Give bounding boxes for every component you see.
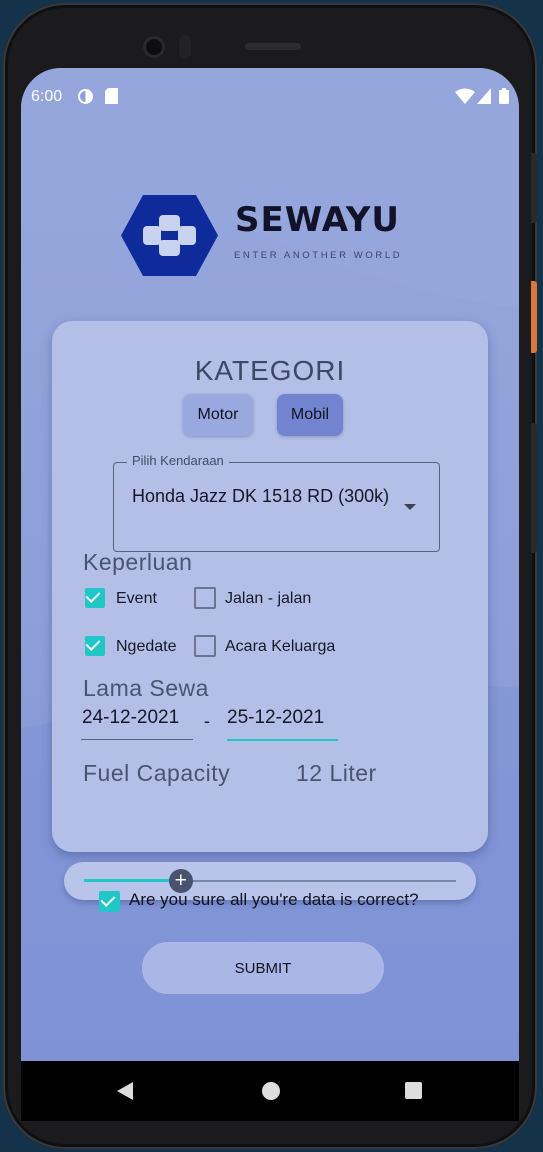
checkbox-acara-keluarga-label: Acara Keluarga <box>225 638 336 655</box>
checkbox-ngedate-label: Ngedate <box>116 638 177 655</box>
confirm-checkbox[interactable] <box>99 891 120 912</box>
start-date-input[interactable]: 24-12-2021 <box>82 707 179 729</box>
brand-tagline: ENTER ANOTHER WORLD <box>234 250 403 261</box>
brand-name: SEWAYU <box>235 200 400 240</box>
status-time: 6:00 <box>31 88 63 105</box>
proximity-sensor <box>179 35 191 59</box>
checkbox-jalan-jalan-label: Jalan - jalan <box>225 590 312 607</box>
wifi-icon <box>455 88 475 109</box>
date-separator: - <box>204 711 210 731</box>
slider-track-fill <box>84 879 181 882</box>
earpiece-speaker <box>245 43 301 50</box>
vehicle-dropdown[interactable]: Pilih Kendaraan Honda Jazz DK 1518 RD (3… <box>113 453 440 552</box>
signal-icon <box>477 88 491 109</box>
fuel-value: 12 Liter <box>296 760 377 786</box>
phone-frame: 6:00 SEWAYU ENTER ANOTHER WORLD KATEGORI… <box>3 3 537 1149</box>
vehicle-dropdown-label: Pilih Kendaraan <box>127 453 229 468</box>
confirm-label: Are you sure all you're data is correct? <box>129 890 419 909</box>
fuel-title: Fuel Capacity <box>83 760 231 786</box>
check-icon <box>85 636 101 651</box>
vehicle-dropdown-value: Honda Jazz DK 1518 RD (300k) <box>132 486 390 506</box>
dropdown-arrow-icon <box>404 504 416 510</box>
power-button <box>531 281 537 353</box>
category-card: KATEGORI Motor Mobil Pilih Kendaraan Hon… <box>52 321 488 900</box>
submit-button[interactable]: SUBMIT <box>142 942 384 994</box>
end-date-underline <box>227 739 338 741</box>
app-screen: 6:00 SEWAYU ENTER ANOTHER WORLD KATEGORI… <box>21 68 519 1061</box>
chip-motor[interactable]: Motor <box>183 394 253 436</box>
purpose-title: Keperluan <box>83 549 193 575</box>
battery-icon <box>499 88 509 109</box>
checkbox-event[interactable] <box>85 588 105 608</box>
check-icon <box>100 892 116 907</box>
start-date-underline <box>81 739 193 740</box>
sewayu-logo-icon <box>121 195 218 276</box>
checkbox-jalan-jalan[interactable] <box>194 587 216 609</box>
checkbox-ngedate[interactable] <box>85 636 105 656</box>
data-saver-icon <box>77 88 94 110</box>
end-date-input[interactable]: 25-12-2021 <box>227 707 324 729</box>
home-icon[interactable] <box>262 1082 280 1100</box>
recent-apps-icon[interactable] <box>405 1082 422 1099</box>
back-icon[interactable] <box>117 1082 133 1100</box>
check-icon <box>85 588 101 603</box>
navigation-bar <box>21 1061 519 1121</box>
checkbox-event-label: Event <box>116 590 157 607</box>
rental-title: Lama Sewa <box>83 675 209 701</box>
front-camera <box>143 36 165 58</box>
status-bar: 6:00 <box>21 84 519 110</box>
chip-mobil[interactable]: Mobil <box>277 394 343 436</box>
volume-button <box>531 423 537 553</box>
card-title: KATEGORI <box>194 355 346 386</box>
sd-card-icon <box>105 88 118 109</box>
checkbox-acara-keluarga[interactable] <box>194 635 216 657</box>
side-button <box>531 153 537 223</box>
